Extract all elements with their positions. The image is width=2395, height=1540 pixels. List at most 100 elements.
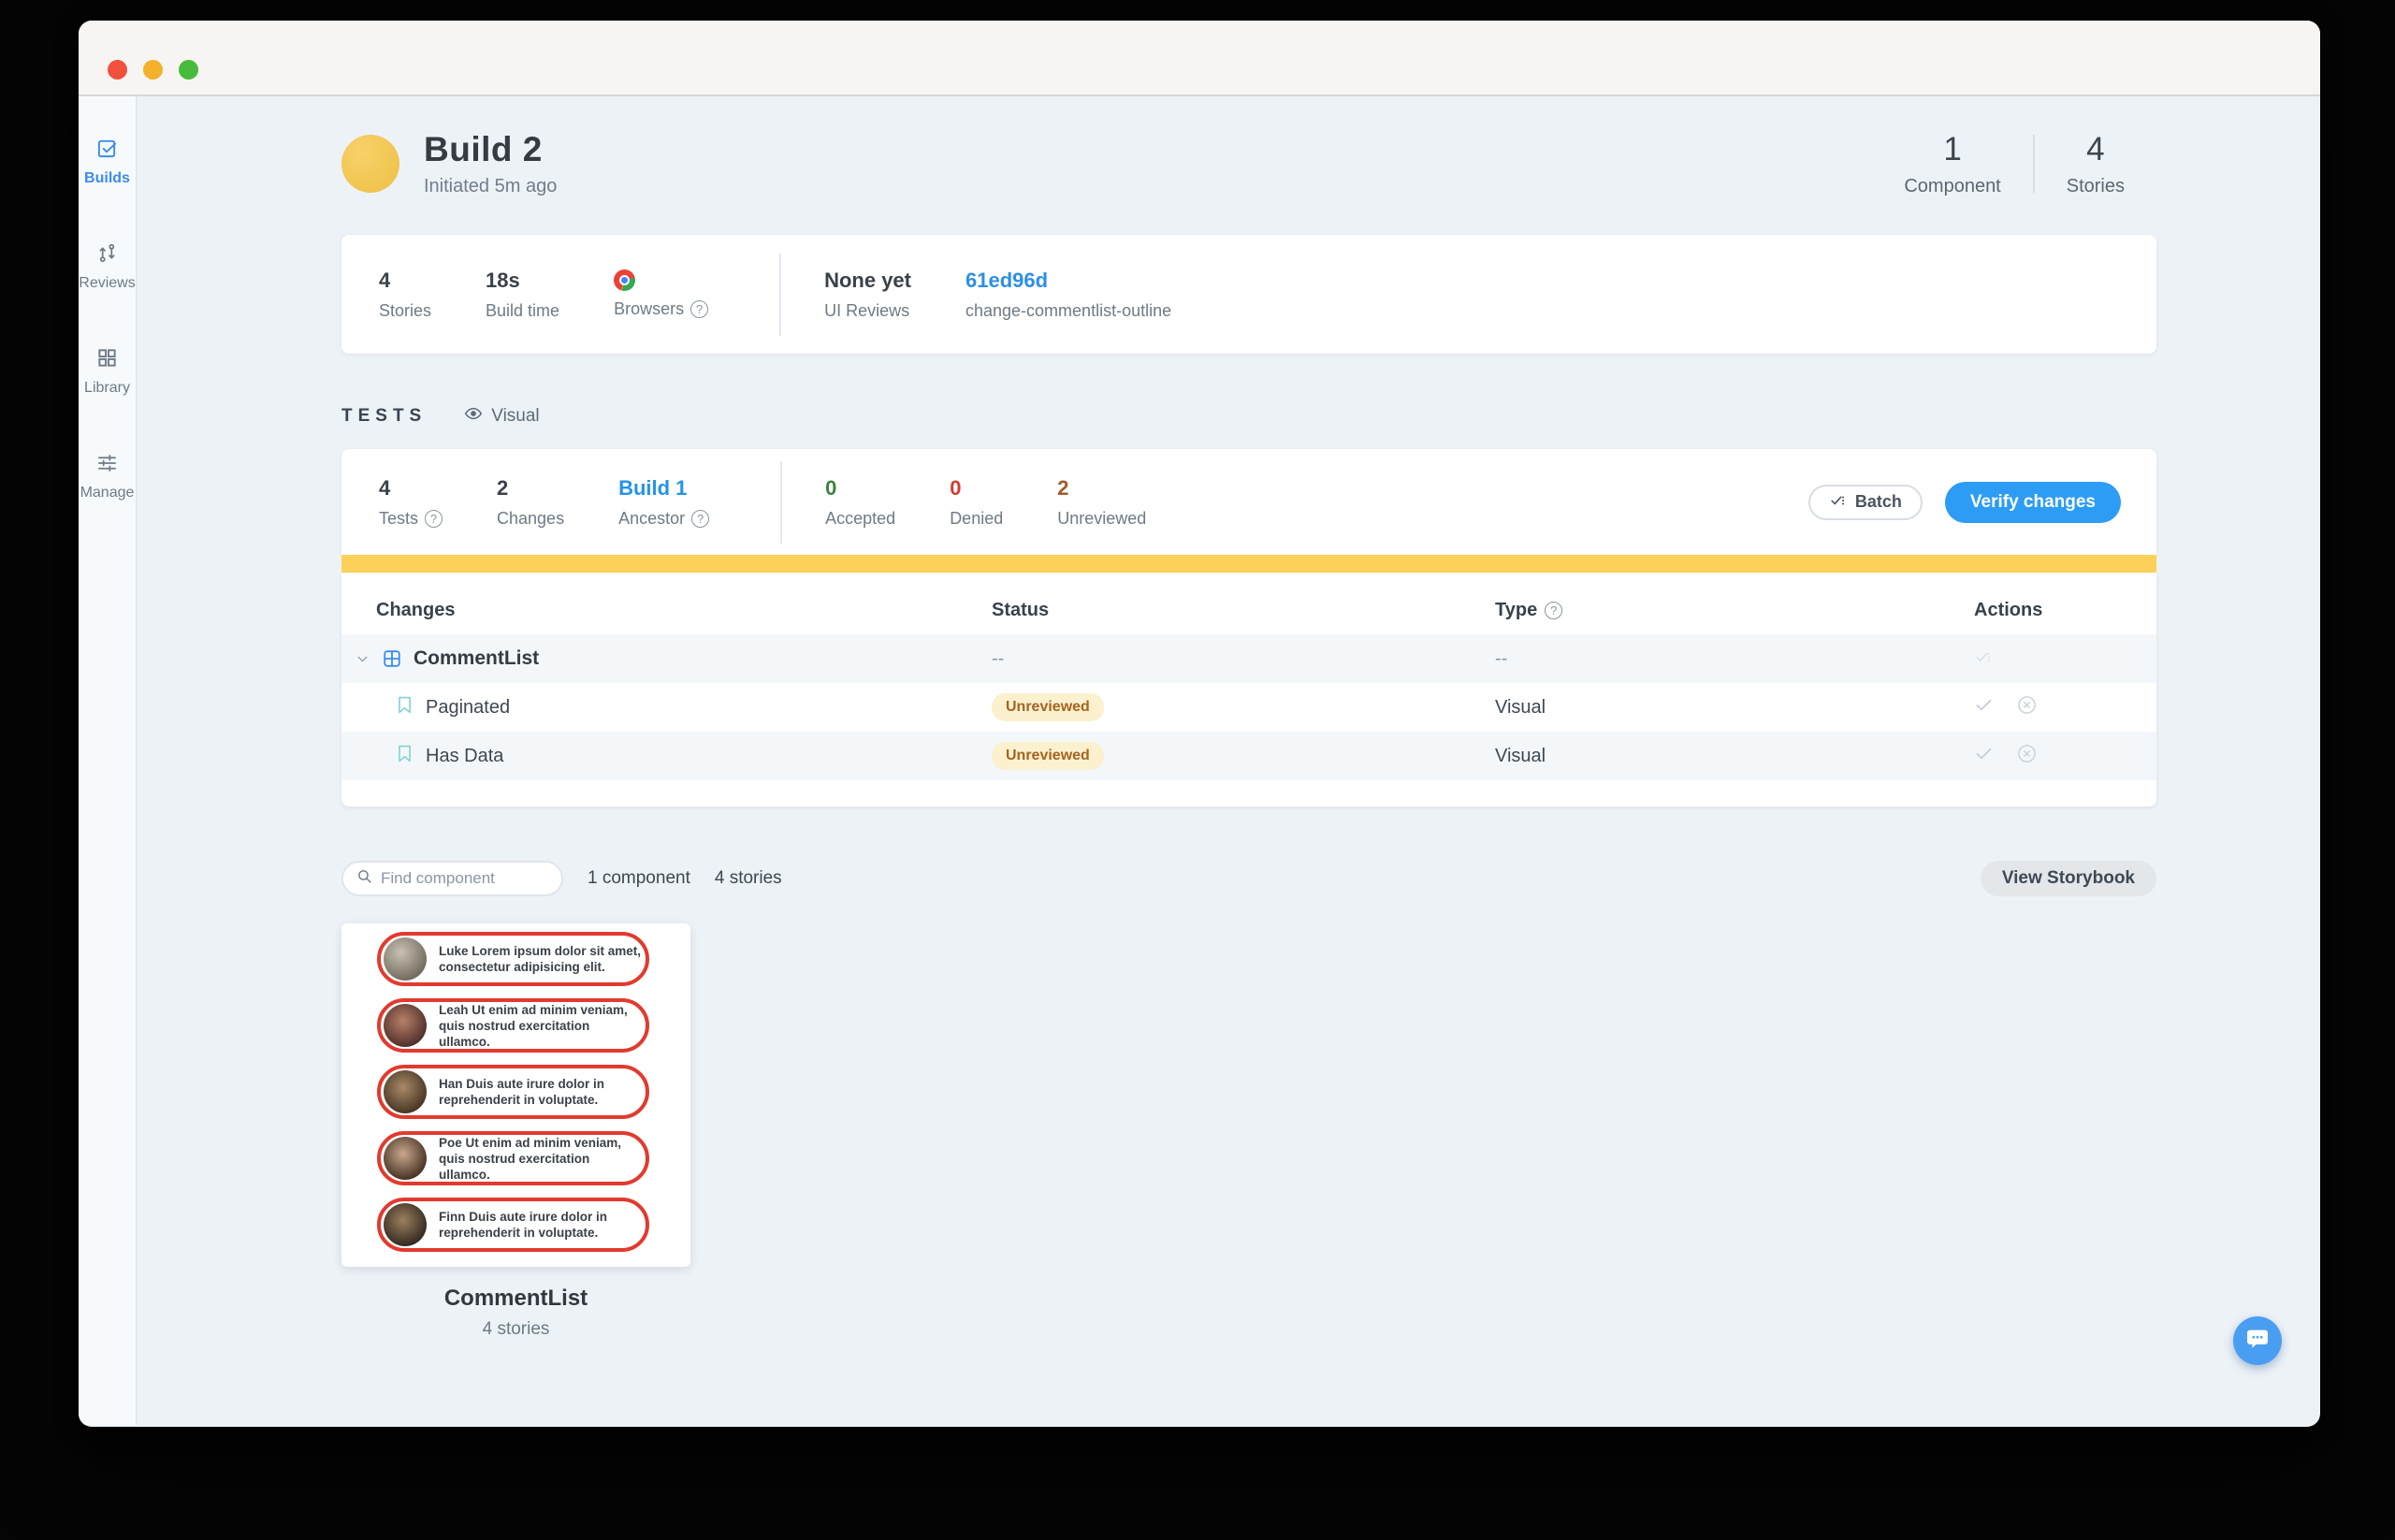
help-icon[interactable] [425,509,443,528]
type-cell: -- [1495,647,1508,669]
sidebar-item-reviews[interactable]: Reviews [79,242,136,292]
status-cell: -- [992,647,1005,669]
component-name: CommentList [414,647,540,669]
sidebar-item-label: Builds [84,170,130,186]
batch-button[interactable]: Batch [1807,484,1923,520]
page-title: Build 2 [424,130,543,168]
comment-item: Leah Ut enim ad minim veniam, quis nostr… [377,998,649,1053]
close-window-button[interactable] [108,60,127,80]
sidebar-item-manage[interactable]: Manage [80,452,135,501]
avatar [384,937,427,981]
bookmark-icon [397,696,413,719]
zoom-window-button[interactable] [179,60,198,80]
browsers-stat: Browsers [614,269,709,319]
component-search[interactable] [341,861,563,896]
components-toolbar: 1 component 4 stories View Storybook [341,861,2156,896]
tests-stats-card: 4 Tests 2 Changes Build 1 Ancestor 0 Ac [341,449,2156,555]
deny-x-circle-icon[interactable] [2016,694,2038,720]
story-name: Paginated [426,696,511,718]
ancestor-build-link[interactable]: Build 1 [618,476,709,501]
type-cell: Visual [1495,696,1546,718]
batch-check-icon [1829,491,1847,514]
ancestor-build-stat: Build 1 Ancestor [618,476,710,529]
verify-changes-button[interactable]: Verify changes [1944,481,2121,523]
changes-count-stat: 2 Changes [497,475,565,528]
search-icon [356,868,372,889]
status-column-header: Status [992,600,1050,620]
main-content: Build 2 Initiated 5m ago 1 Component 4 S… [138,96,2320,1425]
sidebar-item-builds[interactable]: Builds [84,138,130,187]
comment-text: Poe Ut enim ad minim veniam, quis nostru… [439,1136,622,1182]
build-time-stat: 18s Build time [486,268,560,320]
chrome-browser-icon [614,269,636,291]
eye-icon [464,404,483,429]
build-stats-card: 4 Stories 18s Build time Browsers None y… [341,235,2156,354]
build-progress-bar [341,555,2156,573]
denied-stat: 0 Denied [950,475,1004,528]
table-row-component[interactable]: CommentList -- -- [341,634,2156,683]
type-cell: Visual [1495,745,1546,766]
actions-column-header: Actions [1974,600,2043,620]
build-header: Build 2 Initiated 5m ago 1 Component 4 S… [341,130,2156,197]
accepted-stat: 0 Accepted [825,475,896,528]
unreviewed-stat: 2 Unreviewed [1057,475,1147,528]
sidebar-item-library[interactable]: Library [84,347,130,397]
sliders-icon [96,452,118,478]
sidebar-item-label: Manage [80,485,135,501]
help-icon[interactable] [690,300,709,318]
component-count-text: 1 component [588,868,690,888]
ui-reviews-stat: None yet UI Reviews [824,268,911,320]
sidebar-item-label: Library [84,380,130,396]
comment-text: Finn Duis aute irure dolor in reprehende… [439,1210,608,1240]
table-row-story[interactable]: Has Data Unreviewed Visual [341,732,2156,780]
actions-cell [1974,694,2156,720]
deny-x-circle-icon[interactable] [2016,743,2038,769]
view-storybook-button[interactable]: View Storybook [1980,861,2156,896]
actions-cell [1974,743,2156,769]
minimize-window-button[interactable] [143,60,163,80]
status-badge: Unreviewed [992,693,1104,721]
comment-text: Leah Ut enim ad minim veniam, quis nostr… [439,1003,628,1049]
comment-text: Han Duis aute irure dolor in reprehender… [439,1077,605,1107]
header-counts: 1 Component 4 Stories [1872,131,2156,197]
builds-checkbox-icon [96,138,118,164]
actions-cell [1974,647,2156,671]
component-name-label[interactable]: CommentList [341,1286,690,1312]
bookmark-icon [397,745,413,767]
app-window: Builds Reviews Library Manage Build 2 In… [79,21,2320,1427]
stories-stat: 4 Stories [379,268,432,320]
status-badge: Unreviewed [992,742,1104,770]
commit-hash-link[interactable]: 61ed96d [965,269,1171,293]
component-stories-label: 4 stories [482,1319,550,1339]
build-status-avatar [341,135,399,193]
accept-check-icon[interactable] [1974,695,1994,719]
table-header-row: Changes Status Type Actions [341,573,2156,634]
comment-text: Luke Lorem ipsum dolor sit amet, consect… [439,944,642,974]
story-count-stat: 4 Stories [2066,130,2125,196]
commit-stat: 61ed96d change-commentlist-outline [965,269,1171,321]
visual-filter[interactable]: Visual [464,404,540,429]
avatar [384,1137,427,1180]
avatar [384,1203,427,1246]
accept-check-icon[interactable] [1974,744,1994,768]
chevron-down-icon[interactable] [355,651,370,667]
component-grid-icon [382,648,402,669]
component-caption: CommentList 4 stories [341,1286,690,1340]
titlebar [79,21,2320,96]
comment-item: Han Duis aute irure dolor in reprehender… [377,1065,649,1119]
comment-item: Poe Ut enim ad minim veniam, quis nostru… [377,1131,649,1185]
chat-bubble-icon [2244,1326,2271,1357]
help-icon[interactable] [1545,602,1563,619]
traffic-lights [108,60,198,80]
story-name: Has Data [426,745,504,766]
sidebar-item-label: Reviews [79,275,136,291]
component-count-stat: 1 Component [1904,130,2001,196]
chat-fab-button[interactable] [2233,1316,2282,1365]
help-icon[interactable] [691,509,710,528]
batch-accept-icon[interactable] [1974,647,1993,671]
table-row-story[interactable]: Paginated Unreviewed Visual [341,683,2156,732]
search-input[interactable] [381,869,548,888]
component-preview-card[interactable]: Luke Lorem ipsum dolor sit amet, consect… [341,923,690,1267]
tests-section-heading: TESTS Visual [341,404,2156,429]
changes-table: Changes Status Type Actions [341,573,2156,806]
